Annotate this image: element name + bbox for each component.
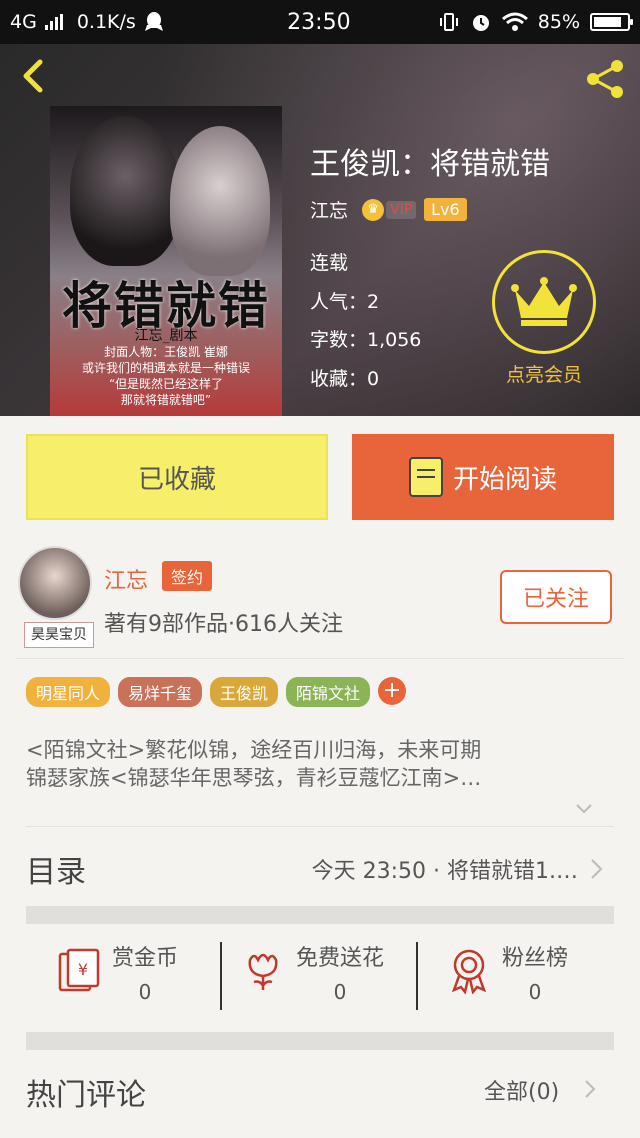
level-badge: Lv6	[424, 198, 467, 221]
popularity: 人气：2	[310, 290, 380, 313]
status-time: 23:50	[287, 9, 351, 35]
start-reading-button[interactable]: 开始阅读	[352, 434, 614, 520]
send-flower-button[interactable]: 免费送花 0	[240, 940, 384, 1020]
signed-badge: 签约	[162, 561, 213, 591]
section-separator	[26, 1032, 614, 1050]
book-cover[interactable]: 将错就错 江忘_剧本 封面人物：王俊凯 崔娜 或许我们的相遇本就是一种错误 “但…	[50, 106, 282, 416]
divider	[416, 942, 418, 1010]
all-comments-link[interactable]: 全部(0)	[484, 1074, 559, 1106]
collection-count: 收藏：0	[310, 367, 380, 390]
divider	[220, 942, 222, 1010]
battery-percent: 85%	[537, 11, 580, 33]
crown-icon: ♛	[362, 198, 385, 221]
follow-button[interactable]: 已关注	[500, 570, 612, 624]
reward-coins-button[interactable]: ¥ 赏金币 0	[56, 940, 178, 1020]
book-meta: 连载 人气：2 字数：1,056 收藏：0	[310, 244, 421, 398]
qq-icon	[144, 12, 163, 31]
section-separator	[26, 906, 614, 924]
hot-comments-title: 热门评论	[26, 1078, 146, 1113]
vip-member-label: 点亮会员	[505, 364, 582, 386]
svg-text:¥: ¥	[78, 960, 88, 979]
status-bar: 4G 0.1K/s 23:50 85%	[0, 0, 640, 44]
book-icon	[408, 457, 443, 497]
chevron-down-icon[interactable]	[574, 798, 594, 818]
author-avatar[interactable]	[18, 546, 92, 620]
divider	[26, 826, 614, 827]
vibrate-icon	[439, 13, 458, 31]
fan-ranking-button[interactable]: 粉丝榜 0	[446, 940, 568, 1020]
chevron-right-icon	[591, 859, 603, 879]
tag-item[interactable]: 王俊凯	[210, 677, 279, 707]
signal-icon	[44, 14, 63, 30]
author-row: 江忘 ♛ VIP Lv6	[310, 196, 467, 223]
vip-member-button[interactable]: 点亮会员	[492, 250, 596, 387]
table-of-contents-row[interactable]: 目录 今天 23:50 · 将错就错1.…	[26, 840, 614, 898]
flower-icon	[248, 953, 278, 990]
share-icon	[587, 60, 623, 98]
alarm-icon	[472, 15, 489, 31]
cover-figure-female	[170, 126, 270, 276]
chevron-right-icon[interactable]	[582, 1078, 598, 1100]
word-count: 字数：1,056	[310, 329, 422, 351]
add-tag-button[interactable]: +	[378, 677, 407, 705]
tag-item[interactable]: 明星同人	[26, 677, 111, 707]
author-stats: 著有9部作品·616人关注	[104, 612, 343, 637]
battery-icon	[590, 13, 633, 31]
latest-chapter: 今天 23:50 · 将错就错1.…	[311, 859, 578, 884]
collected-button[interactable]: 已收藏	[26, 434, 328, 520]
toc-title: 目录	[26, 855, 86, 890]
network-label: 4G	[10, 11, 37, 33]
book-description[interactable]: <陌锦文社>繁花似锦，途经百川归海，未来可期 锦瑟家族<锦瑟华年思琴弦，青衫豆蔻…	[26, 736, 616, 792]
avatar-tag: 昊昊宝贝	[24, 622, 94, 648]
chevron-left-icon	[23, 59, 43, 93]
cover-figure-male	[70, 116, 180, 266]
tag-list: 明星同人 易烊千玺 王俊凯 陌锦文社 +	[26, 677, 407, 707]
book-status: 连载	[310, 252, 349, 274]
book-header: 将错就错 江忘_剧本 封面人物：王俊凯 崔娜 或许我们的相遇本就是一种错误 “但…	[0, 44, 640, 416]
vip-badge: ♛ VIP	[362, 198, 417, 221]
divider	[16, 658, 624, 659]
author-card-name[interactable]: 江忘	[104, 563, 148, 595]
author-name[interactable]: 江忘	[310, 196, 348, 223]
wifi-icon	[501, 12, 528, 31]
tag-item[interactable]: 陌锦文社	[286, 677, 371, 707]
crown-icon	[511, 277, 577, 326]
medal-icon	[451, 949, 487, 994]
tag-item[interactable]: 易烊千玺	[118, 677, 203, 707]
network-speed: 0.1K/s	[76, 11, 136, 33]
back-button[interactable]	[14, 56, 54, 96]
book-title: 王俊凯：将错就错	[310, 147, 550, 182]
cover-text: 江忘_剧本 封面人物：王俊凯 崔娜 或许我们的相遇本就是一种错误 “但是既然已经…	[81, 328, 250, 407]
coin-envelope-icon: ¥	[58, 948, 100, 992]
share-button[interactable]	[582, 56, 628, 102]
